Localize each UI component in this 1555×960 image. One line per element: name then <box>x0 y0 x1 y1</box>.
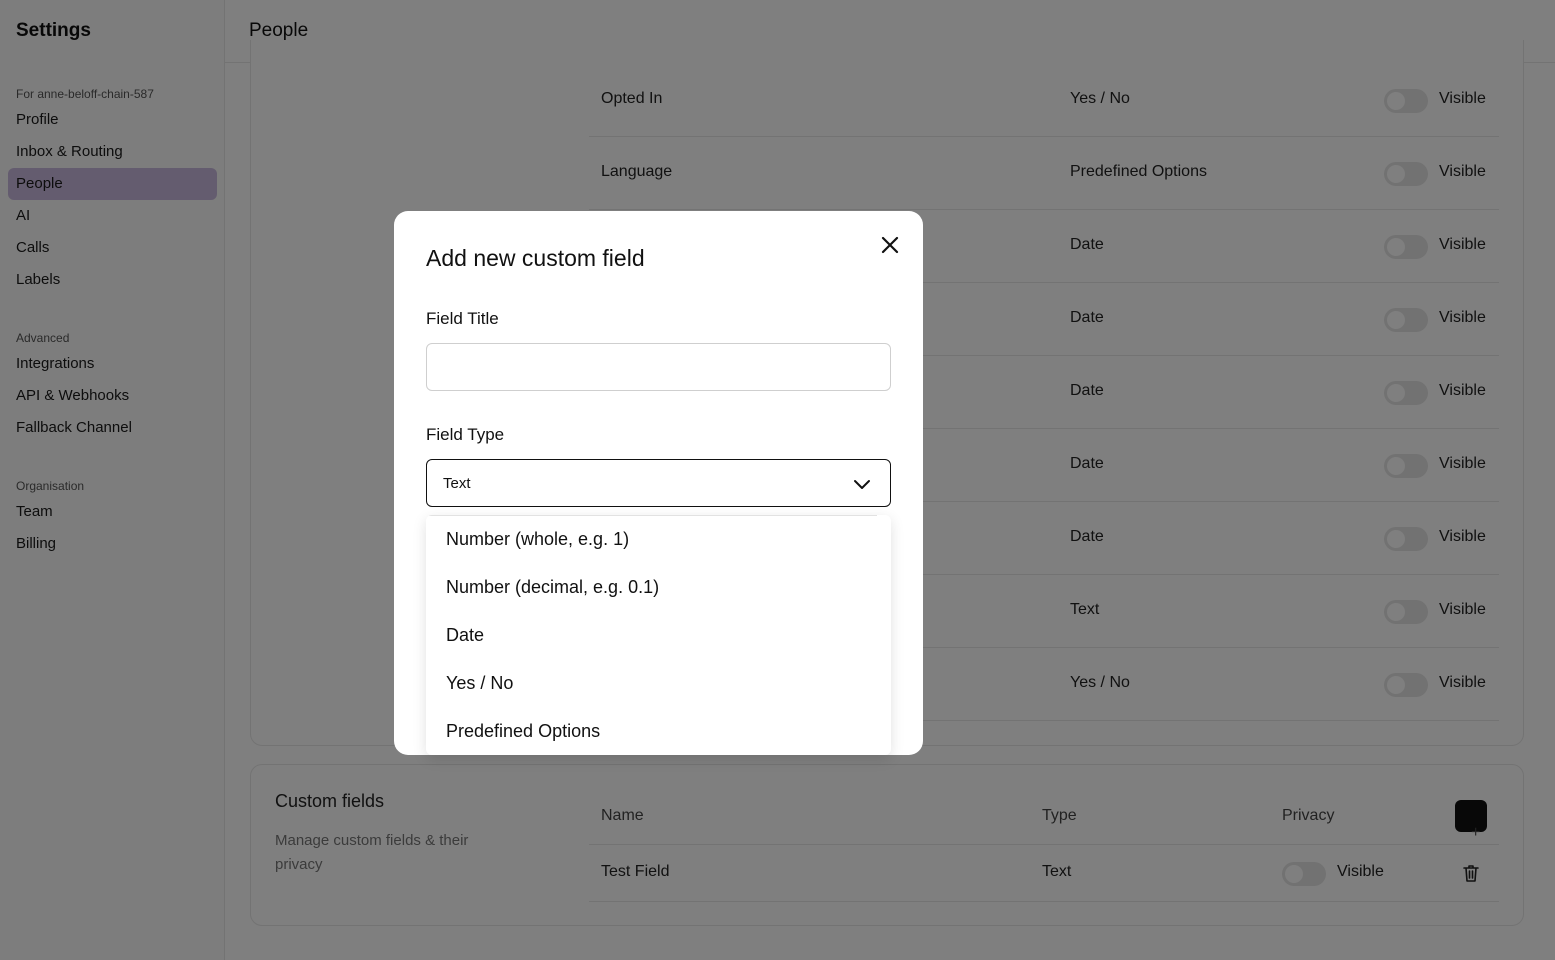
dropdown-option-number-decimal[interactable]: Number (decimal, e.g. 0.1) <box>426 563 891 611</box>
field-title-label: Field Title <box>426 309 499 328</box>
field-type-value: Text <box>443 475 471 492</box>
dropdown-option-yes-no[interactable]: Yes / No <box>426 659 891 707</box>
modal-title: Add new custom field <box>426 245 645 271</box>
field-type-label: Field Type <box>426 425 505 444</box>
dropdown-option-number-whole[interactable]: Number (whole, e.g. 1) <box>426 515 891 563</box>
dropdown-option-date[interactable]: Date <box>426 611 891 659</box>
field-type-select[interactable]: Text <box>426 459 891 507</box>
close-icon[interactable] <box>878 233 902 257</box>
chevron-down-icon <box>854 480 870 489</box>
field-type-dropdown: Number (whole, e.g. 1) Number (decimal, … <box>426 515 891 755</box>
add-custom-field-modal: Add new custom field Field Title Field T… <box>394 211 923 755</box>
field-title-input[interactable] <box>426 343 891 391</box>
dropdown-option-predefined-options[interactable]: Predefined Options <box>426 707 891 755</box>
